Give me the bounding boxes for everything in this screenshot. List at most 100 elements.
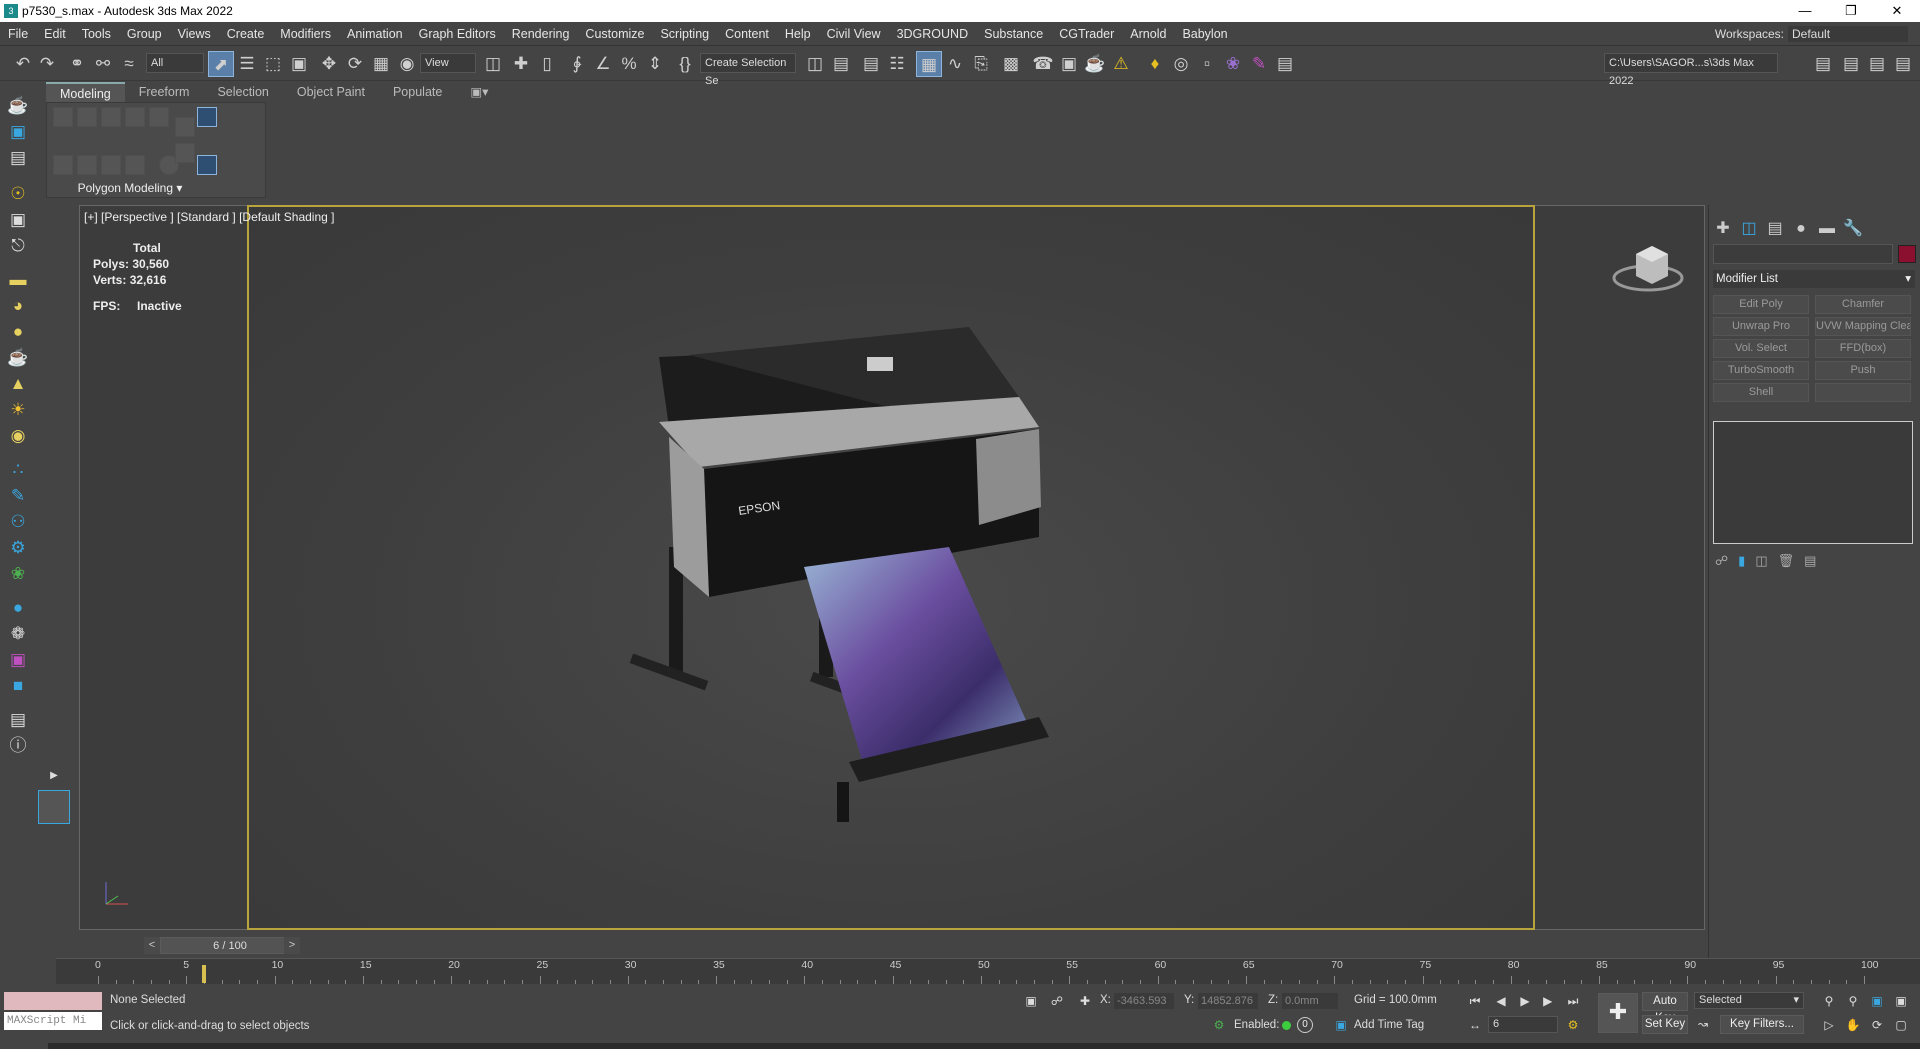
- expand-arrow-icon[interactable]: ▶: [42, 764, 66, 788]
- close-icon[interactable]: ✕: [1874, 0, 1920, 22]
- keyboard-shortcut-icon[interactable]: ▯: [534, 51, 560, 77]
- element-mode-icon[interactable]: [149, 107, 169, 127]
- select-by-name-icon[interactable]: ☰: [234, 51, 260, 77]
- x-coordinate-field[interactable]: -3463.593: [1114, 993, 1174, 1009]
- set-keys-big-button[interactable]: ✚: [1598, 993, 1638, 1033]
- set-key-button[interactable]: Set Key: [1642, 1015, 1688, 1034]
- schematic-view-icon[interactable]: ⎘: [968, 51, 994, 77]
- window-crossing-icon[interactable]: ▣: [286, 51, 312, 77]
- go-to-end-icon[interactable]: ⏭: [1564, 992, 1582, 1010]
- utilities-panel-icon[interactable]: 🔧: [1841, 217, 1865, 241]
- time-tag-icon[interactable]: ▣: [1332, 1016, 1350, 1034]
- workspaces-select[interactable]: Default: [1788, 26, 1908, 42]
- project-path-select[interactable]: C:\Users\SAGOR...s\3ds Max 2022: [1604, 53, 1778, 87]
- hierarchy-panel-icon[interactable]: ▤: [1763, 217, 1787, 241]
- time-configuration-icon[interactable]: ↔: [1466, 1016, 1484, 1034]
- modifier-button-uvw-mapping-clear[interactable]: UVW Mapping Clear: [1815, 317, 1911, 336]
- zoom-icon[interactable]: ⚲: [1820, 992, 1838, 1010]
- angle-snap-icon[interactable]: ∠: [590, 51, 616, 77]
- rotate-icon[interactable]: ⟳: [342, 51, 368, 77]
- zoom-extents-icon[interactable]: ▣: [1868, 992, 1886, 1010]
- menu-arnold[interactable]: Arnold: [1122, 27, 1174, 41]
- render-production-icon[interactable]: ☕: [1082, 51, 1108, 77]
- default-in-out-tangents-icon[interactable]: ↝: [1694, 1015, 1712, 1033]
- show-end-result-icon[interactable]: ▮: [1738, 553, 1745, 569]
- help-icon[interactable]: ⓘ: [6, 734, 30, 758]
- document-icon[interactable]: ▤: [6, 708, 30, 732]
- align-icon[interactable]: ▤: [828, 51, 854, 77]
- previous-frame-icon[interactable]: ◀: [1492, 992, 1510, 1010]
- unlink-icon[interactable]: ⚯: [90, 51, 116, 77]
- menu-file[interactable]: File: [0, 27, 36, 41]
- viewport-label[interactable]: [+] [Perspective ] [Standard ] [Default …: [84, 210, 334, 224]
- go-to-start-icon[interactable]: ⏮: [1466, 992, 1484, 1010]
- calculator-icon[interactable]: ▤: [1272, 51, 1298, 77]
- menu-civil-view[interactable]: Civil View: [819, 27, 889, 41]
- layer-explorer-icon[interactable]: ☷: [884, 51, 910, 77]
- menu-scripting[interactable]: Scripting: [652, 27, 717, 41]
- remove-modifier-icon[interactable]: 🗑: [1778, 553, 1795, 569]
- cone-icon[interactable]: ▲: [6, 372, 30, 396]
- create-panel-icon[interactable]: ✚: [1711, 217, 1735, 241]
- feather-icon[interactable]: ❀: [1220, 51, 1246, 77]
- render-setup-icon[interactable]: ☎: [1030, 51, 1056, 77]
- rectangular-selection-icon[interactable]: ⬚: [260, 51, 286, 77]
- spinner-snap-icon[interactable]: ⇕: [642, 51, 668, 77]
- ribbon-tab-object-paint[interactable]: Object Paint: [283, 82, 379, 102]
- modifier-button-turbosmooth[interactable]: TurboSmooth: [1713, 361, 1809, 380]
- render-icon[interactable]: ■: [6, 674, 30, 698]
- modify-panel-icon[interactable]: ◫: [1737, 217, 1761, 241]
- modifier-button-empty[interactable]: [1815, 383, 1911, 402]
- ribbon-panel-label[interactable]: Polygon Modeling ▾: [47, 181, 213, 195]
- modifier-list-select[interactable]: Modifier List ▾: [1713, 270, 1915, 288]
- cgtrader-icon[interactable]: ▫: [1194, 51, 1220, 77]
- sphere-icon[interactable]: ●: [6, 320, 30, 344]
- border-mode-icon[interactable]: [101, 107, 121, 127]
- modifier-button-edit-poly[interactable]: Edit Poly: [1713, 295, 1809, 314]
- move-icon[interactable]: ✥: [316, 51, 342, 77]
- make-unique-icon[interactable]: [125, 155, 145, 175]
- menu-modifiers[interactable]: Modifiers: [272, 27, 339, 41]
- toggle-ribbon-icon[interactable]: ▦: [916, 51, 942, 77]
- remove-modifier-icon[interactable]: [197, 155, 217, 175]
- isolate-selection-icon[interactable]: ▣: [1022, 992, 1040, 1010]
- snaps-toggle-icon[interactable]: ∳: [564, 51, 590, 77]
- ribbon-tab-modeling[interactable]: Modeling: [46, 82, 125, 102]
- prev-frame-button[interactable]: <: [144, 937, 160, 954]
- save-file-icon[interactable]: ▤: [1838, 51, 1864, 77]
- time-slider[interactable]: 6 / 100: [160, 937, 300, 954]
- torus-icon[interactable]: ◉: [6, 424, 30, 448]
- modifier-button-push[interactable]: Push: [1815, 361, 1911, 380]
- modifier-button-unwrap-pro[interactable]: Unwrap Pro: [1713, 317, 1809, 336]
- key-filters-button[interactable]: Key Filters...: [1720, 1015, 1804, 1034]
- track-bar[interactable]: 0 5 10 15 20 25 30 35 40 45 50 55 60 65 70 75 80 85 90 95 10…: [56, 958, 1920, 984]
- warning-icon[interactable]: ⚠: [1108, 51, 1134, 77]
- mirror-icon[interactable]: ◫: [802, 51, 828, 77]
- zoom-extents-all-icon[interactable]: ▣: [1892, 992, 1910, 1010]
- modifier-stack[interactable]: [1713, 421, 1913, 544]
- orbit-icon[interactable]: ⟳: [1868, 1016, 1886, 1034]
- z-coordinate-field[interactable]: 0.0mm: [1282, 993, 1338, 1009]
- menu-graph-editors[interactable]: Graph Editors: [411, 27, 504, 41]
- placement-icon[interactable]: ◉: [394, 51, 420, 77]
- rendered-frame-window-icon[interactable]: ▣: [1056, 51, 1082, 77]
- modifier-button-vol-select[interactable]: Vol. Select: [1713, 339, 1809, 358]
- configure-sets-icon[interactable]: ▤: [1804, 553, 1816, 569]
- menu-3dground[interactable]: 3DGROUND: [889, 27, 977, 41]
- menu-tools[interactable]: Tools: [74, 27, 119, 41]
- brush-icon[interactable]: ✎: [1246, 51, 1272, 77]
- restore-icon[interactable]: ❐: [1828, 0, 1874, 22]
- pan-icon[interactable]: ✋: [1844, 1016, 1862, 1034]
- pin-stack-icon[interactable]: [77, 155, 97, 175]
- open-file-icon[interactable]: ▤: [1810, 51, 1836, 77]
- viewport-layout-icon[interactable]: ▤: [6, 146, 30, 170]
- camera-match-icon[interactable]: ▣: [6, 648, 30, 672]
- ribbon-tab-selection[interactable]: Selection: [203, 82, 282, 102]
- modify-mode-icon[interactable]: [53, 155, 73, 175]
- menu-edit[interactable]: Edit: [36, 27, 74, 41]
- display-panel-icon[interactable]: ▬: [1815, 217, 1839, 241]
- add-time-tag-button[interactable]: Add Time Tag: [1354, 1019, 1424, 1031]
- y-coordinate-field[interactable]: 14852.876: [1198, 993, 1258, 1009]
- curve-editor-icon[interactable]: ∿: [942, 51, 968, 77]
- ribbon-options-icon[interactable]: ▣▾: [456, 82, 502, 102]
